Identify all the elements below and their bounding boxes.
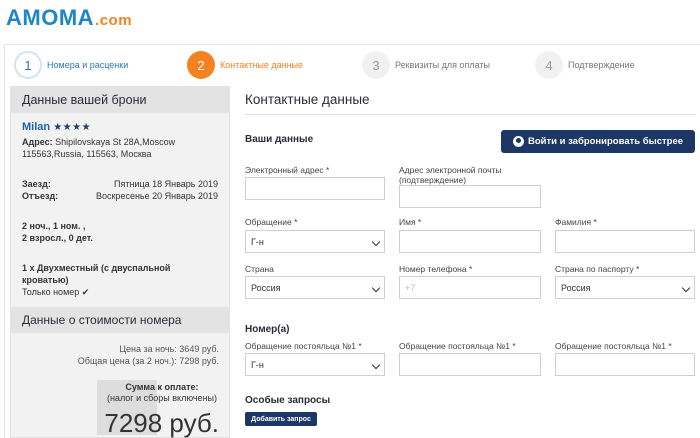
email-confirm-label: Адрес электронной почты (подтверждение): [399, 165, 502, 185]
chevron-down-icon: [681, 283, 691, 293]
step-number: 4: [535, 51, 563, 79]
amoma-logo[interactable]: AMOMA.com: [6, 5, 132, 31]
check-icon: ✔: [81, 287, 90, 297]
login-book-faster-label: Войти и забронировать быстрее: [527, 136, 684, 147]
country-label: Страна: [245, 264, 274, 274]
page-title: Контактные данные: [245, 92, 370, 107]
step-label: Номера и расценки: [47, 60, 129, 70]
step-contact: 2 Контактные данные: [187, 50, 303, 80]
checkin-date: Пятница 18 Январь 2019: [113, 179, 218, 189]
booking-steps: 1 Номера и расценки 2 Контактные данные …: [10, 50, 690, 80]
step-rooms[interactable]: 1 Номера и расценки: [14, 50, 128, 80]
login-book-faster-button[interactable]: Войти и забронировать быстрее: [501, 130, 695, 153]
guest-salutation-input-3[interactable]: [555, 353, 695, 376]
room-only-label: Только номер: [22, 287, 80, 297]
passport-country-label: Страна по паспорту *: [555, 264, 640, 274]
step-number: 3: [362, 51, 390, 79]
guest-salutation-input-2[interactable]: [399, 353, 541, 376]
hotel-name-link[interactable]: Milan ★★★★: [22, 121, 218, 134]
guest-salutation-select-1[interactable]: Г-н: [245, 353, 385, 376]
star-rating-icon: ★★★★: [53, 122, 92, 133]
checkin-row: Заезд: Пятница 18 Январь 2019: [22, 178, 218, 190]
special-requests-heading: Особые запросы: [245, 395, 331, 406]
checkout-label: Отъезд:: [22, 191, 59, 201]
hotel-name: Milan: [22, 121, 51, 133]
phone-label: Номер телефона *: [399, 264, 473, 274]
add-request-button[interactable]: Добавить запрос: [245, 412, 317, 426]
step-number: 2: [187, 51, 215, 79]
passport-country-value: Россия: [561, 282, 591, 293]
email-input[interactable]: [245, 177, 385, 200]
guest-salutation-label-2: Обращение постояльца №1 *: [399, 341, 516, 351]
price-lines: Цена за ночь: 3649 руб. Общая цена (за 2…: [78, 343, 219, 367]
address-label: Адрес:: [22, 137, 53, 147]
checkout-row: Отъезд: Воскресенье 20 Январь 2019: [22, 190, 218, 202]
salutation-select[interactable]: Г-н: [245, 230, 385, 253]
your-data-heading: Ваши данные: [245, 134, 314, 145]
amount-due-label: Сумма к оплате: (налог и сборы включены): [107, 382, 217, 404]
email-label: Электронный адрес *: [245, 165, 330, 175]
room-only: Только номер ✔: [22, 286, 218, 298]
email-confirm-input[interactable]: [399, 185, 541, 208]
guests-count: 2 взросл., 0 дет.: [22, 233, 93, 243]
guest-salutation-label-1: Обращение постояльца №1 *: [245, 341, 362, 351]
title-divider: [245, 114, 695, 115]
amount-due-title: Сумма к оплате:: [125, 382, 199, 392]
last-name-label: Фамилия *: [555, 217, 597, 227]
hotel-address: Адрес: Shipilovskaya St 28A,Moscow 11556…: [22, 136, 218, 160]
logo-brand: AMOMA: [6, 5, 95, 30]
first-name-input[interactable]: [399, 230, 541, 253]
price-details-title: Данные о стоимости номера: [11, 307, 229, 333]
last-name-input[interactable]: [555, 230, 695, 253]
step-confirmation: 4 Подтверждение: [535, 50, 635, 80]
step-label: Контактные данные: [220, 60, 304, 70]
user-circle-icon: [512, 136, 524, 147]
step-label: Реквизиты для оплаты: [395, 60, 491, 70]
price-per-night: Цена за ночь: 3649 руб.: [119, 344, 219, 354]
logo-tld: .com: [95, 12, 133, 29]
step-number: 1: [14, 51, 42, 79]
phone-input[interactable]: +7: [399, 276, 541, 299]
booking-summary-sidebar: Данные вашей брони Milan ★★★★ Адрес: Shi…: [10, 86, 230, 438]
room-type: 1 x Двухместный (с двуспальной кроватью): [22, 263, 171, 285]
guest-salutation-value: Г-н: [251, 359, 264, 370]
nights-rooms: 2 ноч., 1 ном. ,: [22, 221, 86, 231]
passport-country-select[interactable]: Россия: [555, 276, 695, 299]
rooms-heading: Номер(а): [245, 324, 290, 335]
step-payment: 3 Реквизиты для оплаты: [362, 50, 490, 80]
chevron-down-icon: [371, 237, 381, 247]
chevron-down-icon: [371, 360, 381, 370]
booking-summary-title: Данные вашей брони: [11, 87, 229, 113]
checkout-date: Воскресенье 20 Январь 2019: [95, 191, 218, 201]
first-name-label: Имя *: [399, 217, 422, 227]
top-bar: AMOMA.com: [0, 0, 700, 42]
amount-due-total: 7298 руб.: [104, 408, 219, 438]
amount-due-note: (налог и сборы включены): [106, 393, 217, 403]
price-total-nights: Общая цена (за 2 ноч.): 7298 руб.: [77, 356, 219, 366]
country-value: Россия: [251, 282, 281, 293]
checkin-label: Заезд:: [22, 179, 51, 189]
guest-salutation-label-3: Обращение постояльца №1 *: [555, 341, 672, 351]
chevron-down-icon: [371, 283, 381, 293]
salutation-value: Г-н: [251, 236, 264, 247]
step-label: Подтверждение: [568, 60, 635, 70]
country-select[interactable]: Россия: [245, 276, 385, 299]
salutation-label: Обращение *: [245, 217, 298, 227]
